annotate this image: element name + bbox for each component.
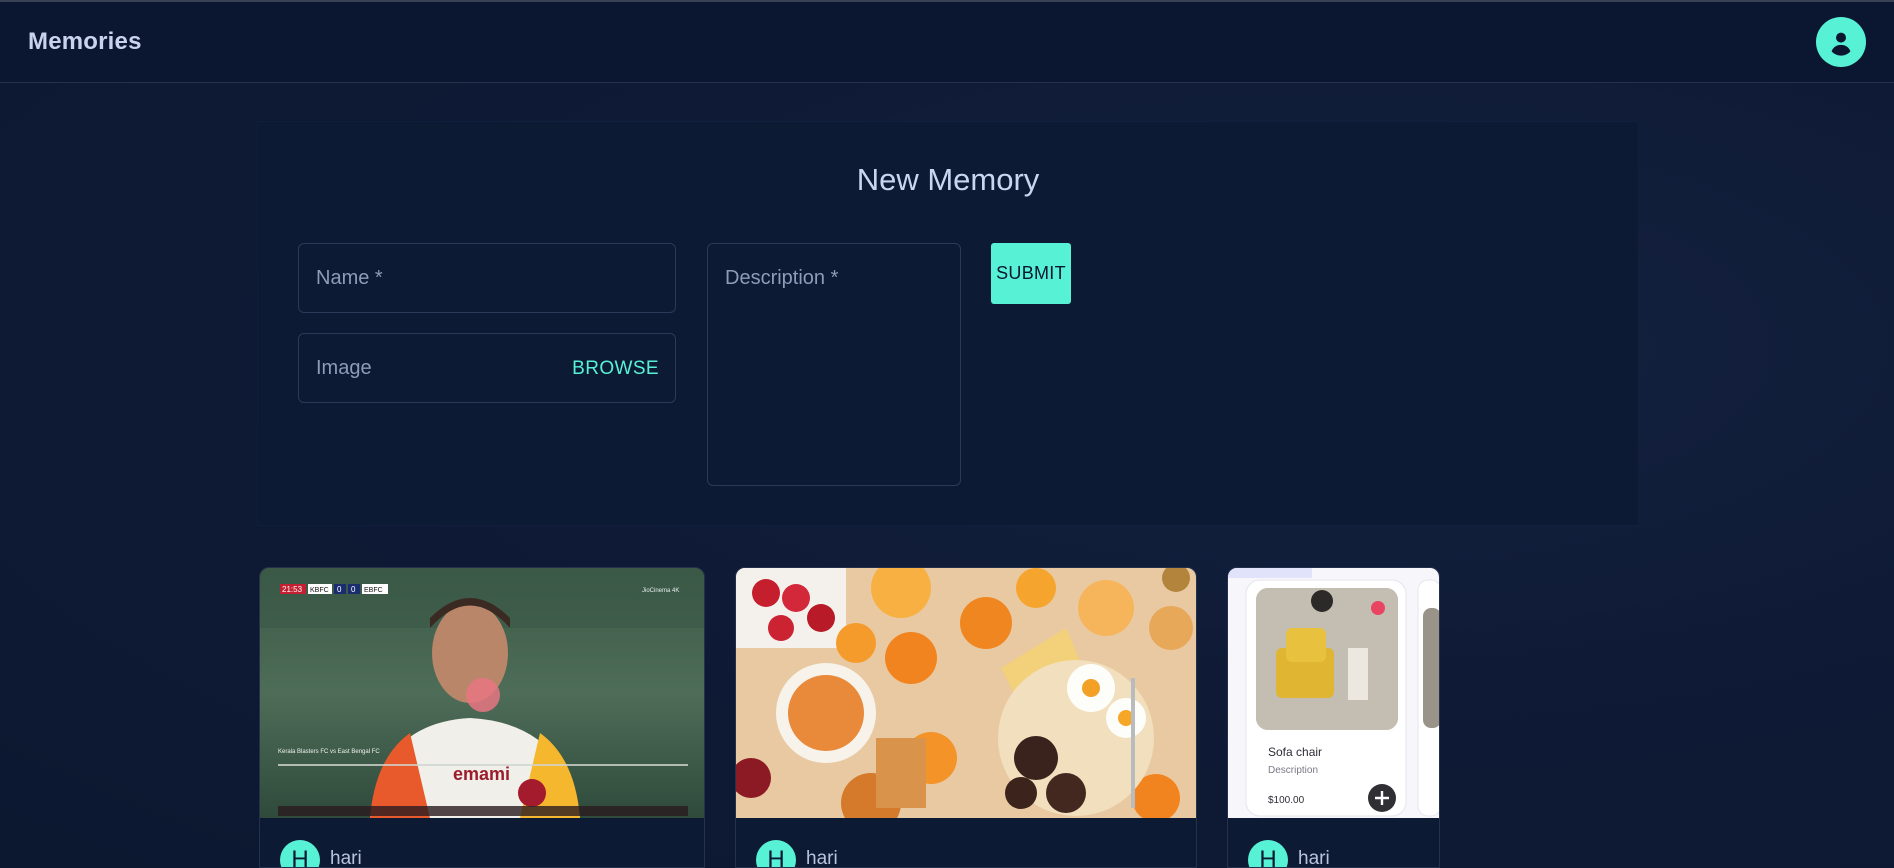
memory-image bbox=[736, 568, 1196, 818]
memory-card-1[interactable]: emami 21:53 KBFC 0 0 EBFC JioCinema 4K K… bbox=[259, 567, 705, 868]
memory-image: Sofa chair Description $100.00 bbox=[1228, 568, 1439, 818]
product-price: $100.00 bbox=[1268, 795, 1305, 806]
broadcaster-label: JioCinema 4K bbox=[642, 588, 679, 594]
name-placeholder: Name * bbox=[316, 267, 383, 289]
product-description: Description bbox=[1268, 765, 1318, 776]
product-name: Sofa chair bbox=[1268, 745, 1322, 759]
submit-button[interactable]: SUBMIT bbox=[991, 243, 1071, 304]
author-name: hari bbox=[330, 848, 362, 868]
app-bar: Memories bbox=[0, 2, 1894, 83]
away-team: EBFC bbox=[364, 587, 383, 594]
card-footer bbox=[736, 818, 1196, 867]
card-footer bbox=[260, 818, 704, 867]
image-field[interactable]: Image BROWSE bbox=[298, 333, 676, 403]
author-name: hari bbox=[1298, 848, 1330, 868]
description-field[interactable]: Description * bbox=[707, 243, 961, 486]
match-title: Kerala Blasters FC vs East Bengal FC bbox=[278, 749, 380, 755]
app-title: Memories bbox=[28, 28, 142, 55]
browse-button[interactable]: BROWSE bbox=[572, 358, 659, 380]
form-title: New Memory bbox=[856, 162, 1040, 197]
author-name: hari bbox=[806, 848, 838, 868]
home-score: 0 bbox=[337, 585, 342, 594]
product-card-photo: Sofa chair Description $100.00 bbox=[1228, 568, 1439, 818]
new-memory-form: New Memory Name * Image BROWSE Descripti… bbox=[258, 122, 1638, 525]
breakfast-photo bbox=[736, 568, 1196, 818]
match-clock: 21:53 bbox=[282, 585, 303, 594]
memory-image: emami 21:53 KBFC 0 0 EBFC JioCinema 4K K… bbox=[260, 568, 704, 818]
home-team: KBFC bbox=[310, 587, 329, 594]
name-field[interactable]: Name * bbox=[298, 243, 676, 313]
description-placeholder: Description * bbox=[725, 267, 839, 289]
account-circle-icon bbox=[1827, 28, 1855, 56]
image-label: Image bbox=[316, 357, 372, 379]
memory-card-3[interactable]: Sofa chair Description $100.00 H hari bbox=[1227, 567, 1440, 868]
away-score: 0 bbox=[351, 585, 356, 594]
memory-card-2[interactable]: H hari bbox=[735, 567, 1197, 868]
account-button[interactable] bbox=[1816, 17, 1866, 67]
football-photo: emami 21:53 KBFC 0 0 EBFC JioCinema 4K K… bbox=[260, 568, 704, 818]
sponsor-text: emami bbox=[453, 764, 510, 784]
